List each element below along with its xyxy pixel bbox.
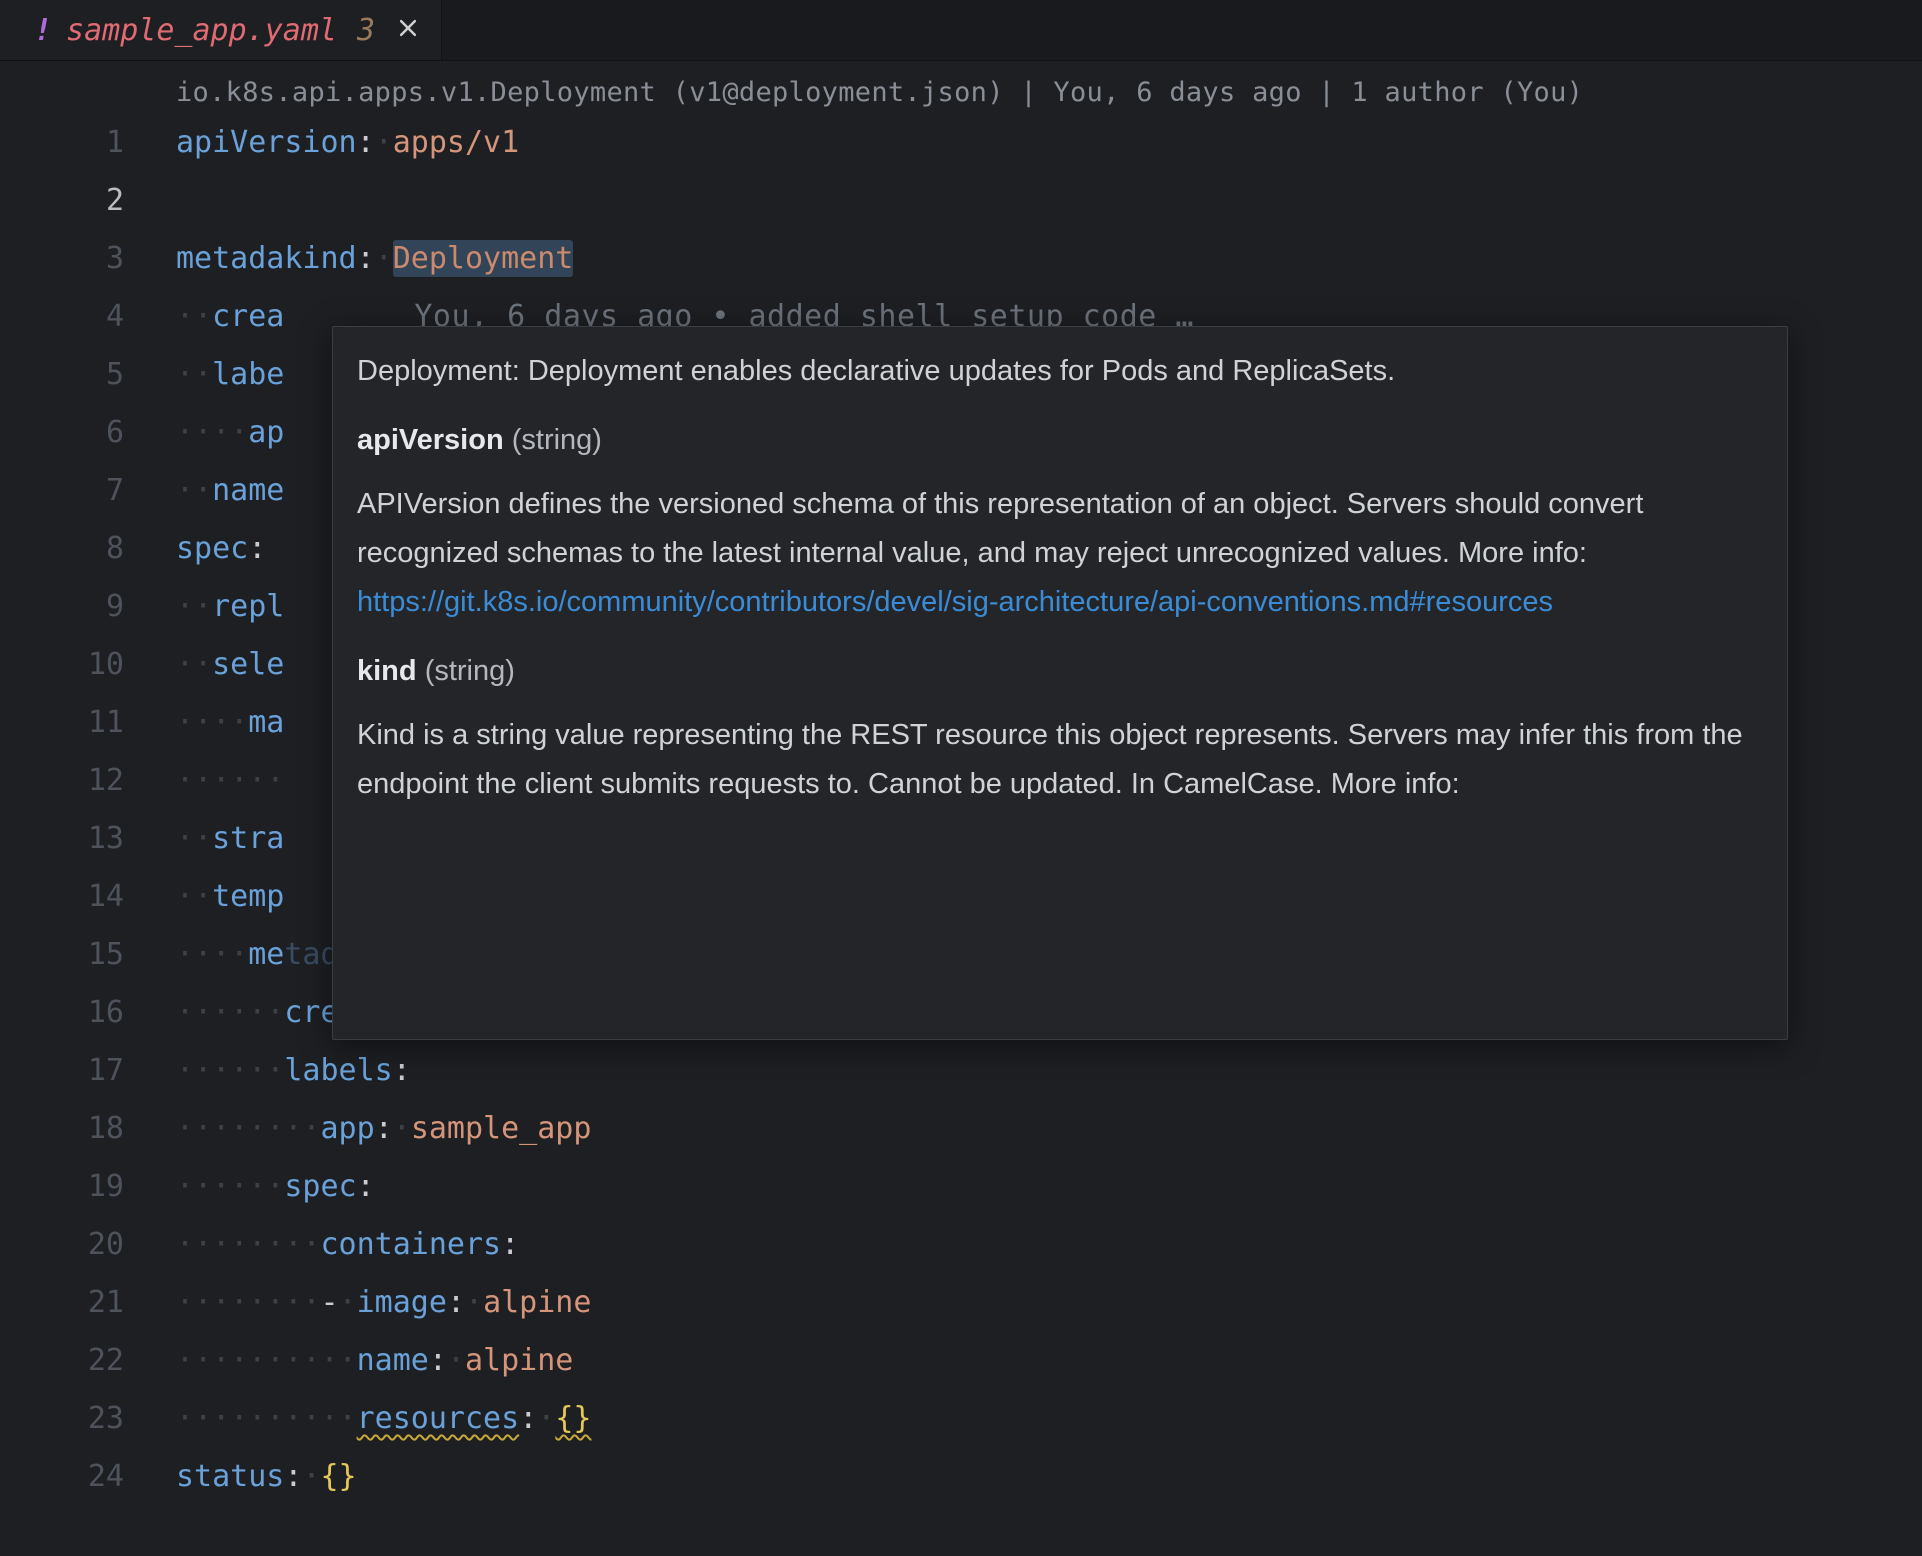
- yaml-key: status: [176, 1459, 284, 1494]
- line-number: 13: [0, 810, 176, 868]
- yaml-value: alpine: [483, 1285, 591, 1320]
- yaml-key: apiVersion: [176, 125, 357, 160]
- editor-area[interactable]: io.k8s.api.apps.v1.Deployment (v1@deploy…: [0, 61, 1922, 1506]
- yaml-key: metada: [176, 241, 284, 276]
- code-line[interactable]: 3 metada: [0, 230, 1922, 288]
- yaml-key: labe: [212, 357, 284, 392]
- yaml-key: spec: [284, 1169, 356, 1204]
- yaml-file-icon: !: [34, 13, 52, 48]
- line-number: 22: [0, 1332, 176, 1390]
- line-number: 21: [0, 1274, 176, 1332]
- code-line[interactable]: 20 ········containers:: [0, 1216, 1922, 1274]
- line-number: 12: [0, 752, 176, 810]
- line-number: 6: [0, 404, 176, 462]
- code-line[interactable]: 2 kind:·Deployment You, 6 days ago • add…: [0, 172, 1922, 230]
- yaml-key: sele: [212, 647, 284, 682]
- line-number: 11: [0, 694, 176, 752]
- yaml-key: name: [357, 1343, 429, 1378]
- yaml-key: labels: [284, 1053, 392, 1088]
- code-line[interactable]: 18 ········app:·sample_app: [0, 1100, 1922, 1158]
- hover-link[interactable]: https://git.k8s.io/community/contributor…: [357, 586, 1553, 618]
- line-number: 23: [0, 1390, 176, 1448]
- line-number: 16: [0, 984, 176, 1042]
- yaml-key: ma: [248, 705, 284, 740]
- yaml-key: stra: [212, 821, 284, 856]
- tab-title: sample_app.yaml: [66, 13, 337, 48]
- code-line[interactable]: 22 ··········name:·alpine: [0, 1332, 1922, 1390]
- yaml-key: resources: [357, 1401, 520, 1436]
- hover-field: apiVersion (string): [357, 416, 1763, 465]
- codelens[interactable]: io.k8s.api.apps.v1.Deployment (v1@deploy…: [176, 73, 1922, 114]
- hover-summary: Deployment: Deployment enables declarati…: [357, 347, 1763, 396]
- yaml-value: alpine: [465, 1343, 573, 1378]
- yaml-value: apps/v1: [393, 125, 519, 160]
- yaml-key: temp: [212, 879, 284, 914]
- code-line[interactable]: 24 status:·{}: [0, 1448, 1922, 1506]
- tab-modified-badge: 3: [357, 13, 375, 48]
- close-icon[interactable]: [397, 17, 419, 44]
- code-line[interactable]: 1 apiVersion:·apps/v1: [0, 114, 1922, 172]
- line-number: 7: [0, 462, 176, 520]
- yaml-value: {}: [555, 1401, 591, 1436]
- line-number: 15: [0, 926, 176, 984]
- line-number: 9: [0, 578, 176, 636]
- line-number: 2: [0, 172, 176, 230]
- line-number: 8: [0, 520, 176, 578]
- code-line[interactable]: 19 ······spec:: [0, 1158, 1922, 1216]
- hover-field-desc: Kind is a string value representing the …: [357, 711, 1763, 810]
- yaml-key: repl: [212, 589, 284, 624]
- code-line[interactable]: 17 ······labels:: [0, 1042, 1922, 1100]
- line-number: 14: [0, 868, 176, 926]
- line-number: 18: [0, 1100, 176, 1158]
- yaml-value: {}: [321, 1459, 357, 1494]
- yaml-key: app: [321, 1111, 375, 1146]
- line-number: 4: [0, 288, 176, 346]
- line-number: 24: [0, 1448, 176, 1506]
- yaml-key: crea: [212, 299, 284, 334]
- hover-field-desc: APIVersion defines the versioned schema …: [357, 480, 1763, 628]
- yaml-key: name: [212, 473, 284, 508]
- line-number: 19: [0, 1158, 176, 1216]
- yaml-key: image: [357, 1285, 447, 1320]
- code-line[interactable]: 23 ··········resources:·{}: [0, 1390, 1922, 1448]
- code-line[interactable]: 21 ········-·image:·alpine: [0, 1274, 1922, 1332]
- line-number: 1: [0, 114, 176, 172]
- line-number: 17: [0, 1042, 176, 1100]
- editor-tab[interactable]: ! sample_app.yaml 3: [0, 0, 442, 60]
- yaml-key: containers: [321, 1227, 502, 1262]
- yaml-key: spec: [176, 531, 248, 566]
- hover-tooltip[interactable]: Deployment: Deployment enables declarati…: [332, 326, 1788, 1040]
- yaml-value: sample_app: [411, 1111, 592, 1146]
- line-number: 3: [0, 230, 176, 288]
- hover-field: kind (string): [357, 647, 1763, 696]
- line-number: 20: [0, 1216, 176, 1274]
- yaml-key: me: [248, 937, 284, 972]
- yaml-key: ap: [248, 415, 284, 450]
- tab-bar: ! sample_app.yaml 3: [0, 0, 1922, 61]
- line-number: 5: [0, 346, 176, 404]
- line-number: 10: [0, 636, 176, 694]
